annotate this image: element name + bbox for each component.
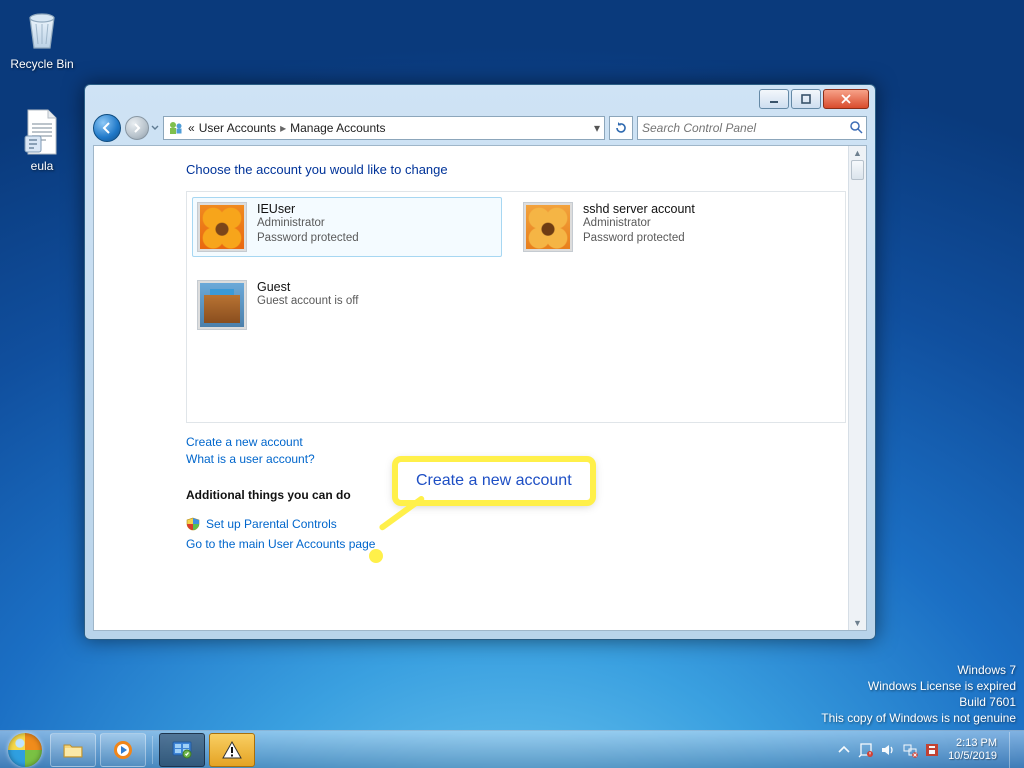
forward-button[interactable] (125, 116, 149, 140)
control-panel-window: « User Accounts ▸ Manage Accounts ▾ (84, 84, 876, 640)
volume-icon[interactable] (880, 742, 896, 758)
taskbar: 2:13 PM 10/5/2019 (0, 730, 1024, 768)
account-tile-ieuser[interactable]: IEUser Administrator Password protected (192, 197, 502, 257)
main-user-accounts-link[interactable]: Go to the main User Accounts page (186, 537, 837, 551)
close-icon (840, 94, 852, 104)
search-input[interactable] (638, 121, 846, 135)
scroll-up-button[interactable]: ▲ (849, 146, 866, 160)
search-icon[interactable] (846, 120, 866, 137)
taskbar-explorer-button[interactable] (50, 733, 96, 767)
folder-icon (62, 739, 84, 761)
refresh-button[interactable] (609, 116, 633, 140)
scroll-thumb[interactable] (851, 160, 864, 180)
warning-icon (221, 739, 243, 761)
create-account-link[interactable]: Create a new account (186, 435, 837, 449)
parental-controls-link[interactable]: Set up Parental Controls (206, 517, 337, 531)
tray-app-icon[interactable] (924, 742, 940, 758)
breadcrumb-prefix: « (188, 121, 195, 135)
back-button[interactable] (93, 114, 121, 142)
accounts-container: IEUser Administrator Password protected … (186, 191, 846, 423)
arrow-right-icon (131, 122, 143, 134)
desktop-icon-label: eula (6, 159, 78, 173)
account-name: sshd server account (583, 202, 695, 216)
address-bar[interactable]: « User Accounts ▸ Manage Accounts ▾ (163, 116, 605, 140)
annotation-dot (369, 549, 383, 563)
recycle-bin-icon (18, 6, 66, 54)
shield-icon (186, 517, 200, 531)
account-tile-guest[interactable]: Guest Guest account is off (197, 280, 497, 330)
clock-time: 2:13 PM (948, 737, 997, 750)
search-box[interactable] (637, 116, 867, 140)
avatar (197, 280, 247, 330)
text-file-icon (18, 108, 66, 156)
breadcrumb-segment[interactable]: User Accounts (199, 121, 276, 135)
start-button[interactable] (4, 733, 46, 767)
taskbar-control-panel-button[interactable] (159, 733, 205, 767)
user-accounts-icon (168, 120, 184, 136)
chevron-down-icon[interactable]: ▾ (594, 121, 600, 135)
chevron-right-icon[interactable]: ▸ (280, 121, 286, 135)
tray-chevron-up-icon[interactable] (836, 742, 852, 758)
taskbar-alert-button[interactable] (209, 733, 255, 767)
network-icon[interactable] (902, 742, 918, 758)
scrollbar[interactable]: ▲ ▼ (848, 146, 866, 630)
scroll-down-button[interactable]: ▼ (849, 616, 866, 630)
account-role: Administrator (583, 216, 695, 231)
desktop-icon-eula[interactable]: eula (6, 108, 78, 173)
account-note: Password protected (583, 231, 695, 246)
callout-text: Create a new account (416, 472, 572, 489)
windows-orb-icon (8, 733, 42, 767)
avatar (523, 202, 573, 252)
maximize-button[interactable] (791, 89, 821, 109)
refresh-icon (614, 121, 628, 135)
close-button[interactable] (823, 89, 869, 109)
annotation-callout: Create a new account (395, 459, 593, 503)
avatar (197, 202, 247, 252)
clock-date: 10/5/2019 (948, 750, 997, 763)
desktop-icon-label: Recycle Bin (6, 57, 78, 71)
page-title: Choose the account you would like to cha… (186, 162, 837, 177)
desktop-icon-recycle-bin[interactable]: Recycle Bin (6, 6, 78, 71)
action-center-icon[interactable] (858, 742, 874, 758)
taskbar-clock[interactable]: 2:13 PM 10/5/2019 (948, 737, 997, 763)
account-name: IEUser (257, 202, 359, 216)
minimize-icon (769, 94, 779, 104)
taskbar-media-player-button[interactable] (100, 733, 146, 767)
activation-watermark: Windows 7 Windows License is expired Bui… (821, 662, 1016, 726)
show-desktop-button[interactable] (1009, 732, 1020, 768)
account-role: Guest account is off (257, 294, 358, 309)
account-role: Administrator (257, 216, 359, 231)
media-player-icon (112, 739, 134, 761)
account-name: Guest (257, 280, 358, 294)
control-panel-icon (171, 739, 193, 761)
minimize-button[interactable] (759, 89, 789, 109)
nav-chevron-down-icon[interactable] (151, 119, 159, 137)
breadcrumb-segment[interactable]: Manage Accounts (290, 121, 385, 135)
arrow-left-icon (100, 121, 114, 135)
account-tile-sshd[interactable]: sshd server account Administrator Passwo… (523, 202, 823, 252)
maximize-icon (801, 94, 811, 104)
account-note: Password protected (257, 231, 359, 246)
